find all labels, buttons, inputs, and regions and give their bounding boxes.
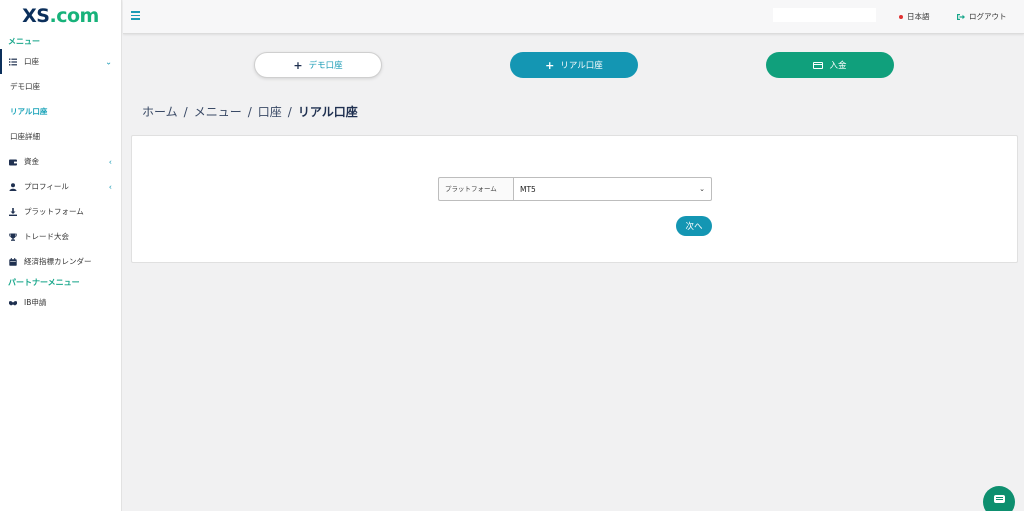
plus-icon: + — [545, 58, 555, 72]
logout-label: ログアウト — [969, 12, 1007, 21]
deposit-button-label: 入金 — [829, 61, 847, 71]
sidebar-item-funds[interactable]: 資金 ‹ — [0, 149, 121, 174]
language-selector[interactable]: 日本語 — [899, 11, 930, 22]
plus-icon: + — [293, 58, 303, 72]
sidebar-item-label: IB申請 — [24, 298, 47, 307]
sidebar-item-label: 口座 — [24, 57, 39, 66]
breadcrumb-separator: / — [287, 104, 292, 119]
logout-icon — [957, 13, 965, 20]
sidebar-item-accounts[interactable]: 口座 ⌄ — [0, 49, 121, 74]
sidebar-item-profile[interactable]: プロフィール ‹ — [0, 174, 121, 199]
list-icon — [8, 57, 18, 67]
open-real-account-button[interactable]: + リアル口座 — [510, 52, 638, 78]
breadcrumb-separator: / — [183, 104, 188, 119]
breadcrumb-separator: / — [247, 104, 252, 119]
language-label: 日本語 — [907, 12, 930, 21]
logout-link[interactable]: ログアウト — [957, 11, 1007, 22]
sidebar-subitem-real-account[interactable]: リアル口座 — [0, 99, 121, 124]
topbar: 日本語 ログアウト — [123, 0, 1024, 34]
sidebar-item-platform[interactable]: プラットフォーム — [0, 199, 121, 224]
breadcrumb-home[interactable]: ホーム — [142, 103, 178, 120]
sidebar-subitem-account-details[interactable]: 口座詳細 — [0, 124, 121, 149]
chevron-left-icon: ‹ — [108, 157, 112, 166]
platform-selected-value: MT5 — [520, 184, 536, 194]
breadcrumb-current: リアル口座 — [297, 105, 358, 119]
deposit-button[interactable]: 入金 — [766, 52, 894, 78]
sidebar-item-trading-contest[interactable]: トレード大会 — [0, 224, 121, 249]
open-demo-account-button[interactable]: + デモ口座 — [254, 52, 382, 78]
sidebar: XS.com メニュー 口座 ⌄ デモ口座 リアル口座 口座詳細 資金 ‹ プロ… — [0, 0, 122, 511]
chevron-down-icon: ⌄ — [105, 57, 112, 66]
handshake-icon — [8, 298, 18, 308]
breadcrumb-accounts[interactable]: 口座 — [258, 103, 282, 120]
account-form-card: プラットフォーム MT5 ⌄ 次へ — [131, 135, 1018, 263]
sidebar-item-label: トレード大会 — [24, 232, 69, 241]
user-icon — [8, 182, 18, 192]
trophy-icon — [8, 232, 18, 242]
sidebar-item-label: 資金 — [24, 157, 39, 166]
chevron-left-icon: ‹ — [108, 182, 112, 191]
logo[interactable]: XS.com — [0, 0, 121, 32]
sidebar-item-label: プロフィール — [24, 182, 69, 191]
hamburger-menu-icon[interactable] — [131, 11, 140, 20]
platform-label: プラットフォーム — [438, 177, 513, 201]
menu-heading: メニュー — [8, 36, 40, 46]
breadcrumb: ホーム / メニュー / 口座 / リアル口座 — [142, 103, 358, 120]
partner-menu-heading: パートナーメニュー — [8, 277, 80, 287]
chevron-down-icon: ⌄ — [699, 185, 705, 193]
sidebar-item-ib-application[interactable]: IB申請 — [0, 290, 121, 315]
chat-icon — [993, 495, 1005, 503]
calendar-icon — [8, 257, 18, 267]
credit-card-icon — [813, 61, 824, 69]
sidebar-item-economic-calendar[interactable]: 経済指標カレンダー — [0, 249, 121, 274]
wallet-icon — [8, 157, 18, 167]
platform-select[interactable]: MT5 ⌄ — [513, 177, 712, 201]
breadcrumb-menu[interactable]: メニュー — [194, 103, 242, 120]
sidebar-subitem-demo-account[interactable]: デモ口座 — [0, 74, 121, 99]
next-button[interactable]: 次へ — [676, 216, 712, 236]
japan-flag-icon — [899, 14, 903, 19]
download-icon — [8, 207, 18, 217]
demo-button-label: デモ口座 — [308, 61, 343, 71]
top-search-input[interactable] — [773, 8, 876, 22]
sidebar-item-label: プラットフォーム — [24, 207, 84, 216]
logo-text: XS.com — [22, 5, 99, 27]
chat-widget-button[interactable] — [983, 486, 1015, 511]
real-button-label: リアル口座 — [560, 61, 603, 71]
platform-field-group: プラットフォーム MT5 ⌄ — [438, 177, 712, 201]
sidebar-item-label: 経済指標カレンダー — [24, 257, 92, 266]
